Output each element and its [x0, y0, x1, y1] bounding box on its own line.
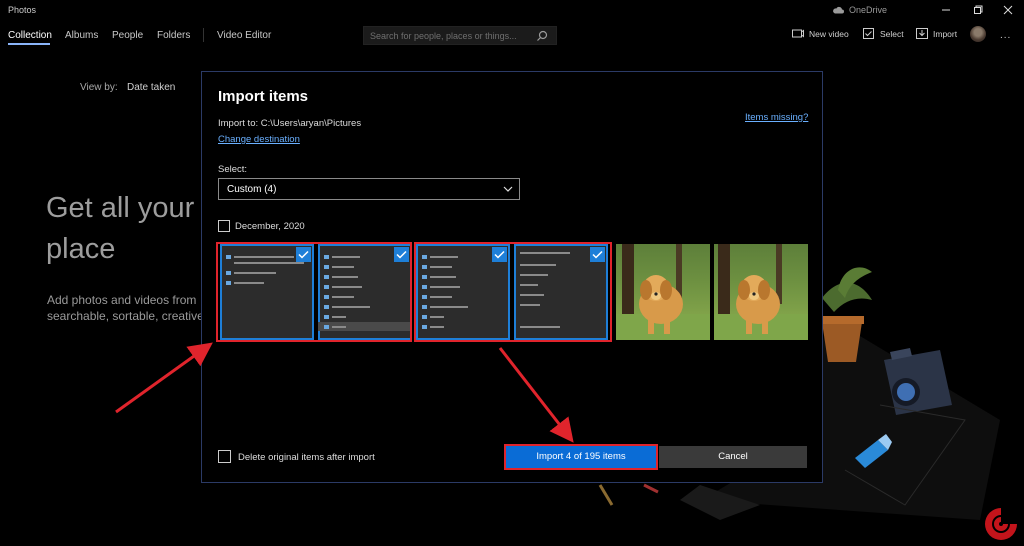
- delete-after-import-checkbox[interactable]: [218, 450, 231, 463]
- camera-illustration: [884, 348, 952, 415]
- dialog-title: Import items: [218, 88, 309, 105]
- dog-photo: [714, 244, 808, 340]
- import-dialog: Import items Import to: C:\Users\aryan\P…: [201, 71, 823, 483]
- dog-photo: [616, 244, 710, 340]
- import-to-label: Import to:: [218, 118, 259, 129]
- chevron-down-icon: [503, 186, 513, 192]
- select-dropdown[interactable]: Custom (4): [218, 178, 520, 200]
- import-to-path: C:\Users\aryan\Pictures: [260, 118, 362, 129]
- annotation-highlight-box: [414, 242, 612, 342]
- group-date-label: December, 2020: [235, 221, 305, 232]
- group-checkbox[interactable]: [218, 220, 230, 232]
- thumbnail-item[interactable]: [616, 244, 710, 340]
- change-destination-link[interactable]: Change destination: [218, 134, 300, 145]
- cancel-button[interactable]: Cancel: [659, 446, 807, 468]
- delete-after-import-label: Delete original items after import: [238, 452, 375, 463]
- annotation-highlight-box: [504, 444, 658, 470]
- items-missing-link[interactable]: Items missing?: [745, 112, 808, 123]
- plant-pot: [822, 322, 862, 362]
- import-destination: Import to: C:\Users\aryan\Pictures: [218, 118, 361, 129]
- thumbnail-item[interactable]: [714, 244, 808, 340]
- watermark-logo: [985, 508, 1017, 540]
- select-label: Select:: [218, 164, 248, 175]
- select-value: Custom (4): [227, 184, 277, 195]
- annotation-highlight-box: [216, 242, 412, 342]
